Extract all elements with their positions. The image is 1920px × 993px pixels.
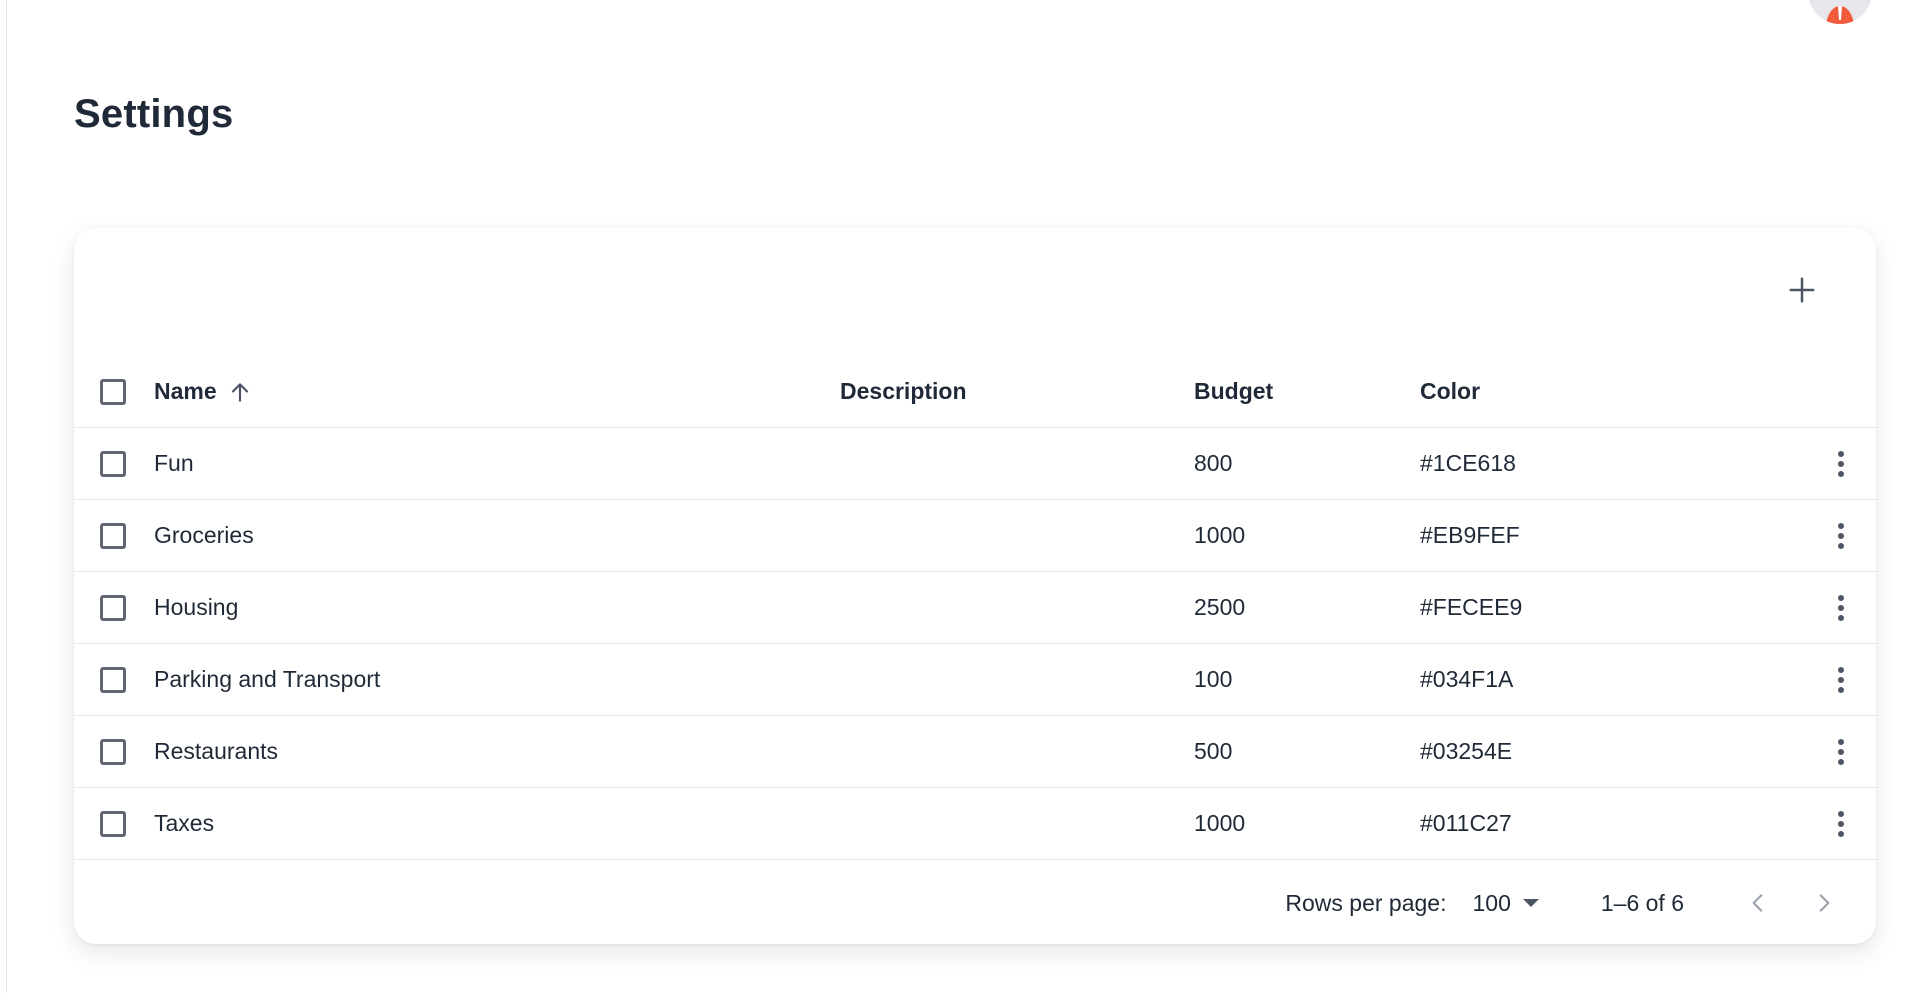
page-title: Settings bbox=[74, 92, 234, 136]
row-name: Taxes bbox=[154, 787, 840, 860]
chevron-right-icon bbox=[1819, 894, 1830, 912]
rows-per-page-label: Rows per page: bbox=[1285, 889, 1447, 916]
row-name: Housing bbox=[154, 571, 840, 644]
more-vertical-icon[interactable] bbox=[1826, 660, 1856, 700]
column-header-name[interactable]: Name bbox=[154, 356, 840, 428]
row-name: Parking and Transport bbox=[154, 643, 840, 716]
row-checkbox[interactable] bbox=[100, 594, 126, 621]
row-description bbox=[840, 715, 1194, 788]
row-budget: 1000 bbox=[1194, 787, 1420, 860]
table-header-row: Name Description Budget Color bbox=[74, 356, 1876, 428]
more-vertical-icon[interactable] bbox=[1826, 516, 1856, 556]
more-vertical-icon[interactable] bbox=[1826, 732, 1856, 772]
row-color: #FECEE9 bbox=[1420, 571, 1826, 644]
row-description bbox=[840, 787, 1194, 860]
page-range: 1–6 of 6 bbox=[1600, 889, 1684, 916]
row-budget: 800 bbox=[1194, 427, 1420, 500]
column-header-description[interactable]: Description bbox=[840, 356, 1194, 428]
row-color: #03254E bbox=[1420, 715, 1826, 788]
caret-down-icon bbox=[1522, 899, 1539, 907]
name-sort-control[interactable]: Name bbox=[154, 378, 253, 405]
app-root: Settings Name Description Budget Color F… bbox=[0, 0, 1920, 993]
previous-page-button[interactable] bbox=[1736, 881, 1780, 925]
table-row: Restaurants 500 #03254E bbox=[74, 715, 1876, 788]
more-vertical-icon[interactable] bbox=[1826, 588, 1856, 628]
table-toolbar bbox=[74, 228, 1876, 356]
row-budget: 100 bbox=[1194, 643, 1420, 716]
row-checkbox[interactable] bbox=[100, 450, 126, 477]
select-all-checkbox[interactable] bbox=[100, 378, 126, 405]
row-color: #034F1A bbox=[1420, 643, 1826, 716]
row-color: #1CE618 bbox=[1420, 427, 1826, 500]
row-budget: 500 bbox=[1194, 715, 1420, 788]
more-vertical-icon[interactable] bbox=[1826, 444, 1856, 484]
row-name: Groceries bbox=[154, 499, 840, 572]
row-description bbox=[840, 427, 1194, 500]
add-button[interactable] bbox=[1780, 268, 1824, 312]
row-name: Fun bbox=[154, 427, 840, 500]
plus-icon bbox=[1789, 277, 1815, 303]
user-avatar[interactable] bbox=[1808, 0, 1872, 24]
more-vertical-icon[interactable] bbox=[1826, 804, 1856, 844]
row-color: #EB9FEF bbox=[1420, 499, 1826, 572]
table-row: Fun 800 #1CE618 bbox=[74, 427, 1876, 500]
table-row: Housing 2500 #FECEE9 bbox=[74, 571, 1876, 644]
row-checkbox[interactable] bbox=[100, 522, 126, 549]
left-rail bbox=[0, 0, 7, 993]
categories-card: Name Description Budget Color Fun 800 #1… bbox=[74, 228, 1876, 944]
table-row: Groceries 1000 #EB9FEF bbox=[74, 499, 1876, 572]
chevron-left-icon bbox=[1752, 894, 1763, 912]
row-color: #011C27 bbox=[1420, 787, 1826, 860]
rows-per-page-select[interactable]: 100 bbox=[1472, 889, 1539, 917]
user-avatar-icon bbox=[1808, 0, 1872, 24]
table-row: Taxes 1000 #011C27 bbox=[74, 787, 1876, 860]
row-checkbox[interactable] bbox=[100, 738, 126, 765]
table-pagination: Rows per page: 100 1–6 of 6 bbox=[74, 860, 1876, 944]
column-header-actions bbox=[1826, 356, 1876, 428]
row-checkbox[interactable] bbox=[100, 666, 126, 693]
categories-table: Name Description Budget Color Fun 800 #1… bbox=[74, 356, 1876, 860]
column-header-color[interactable]: Color bbox=[1420, 356, 1826, 428]
select-all-cell bbox=[74, 356, 154, 428]
row-description bbox=[840, 643, 1194, 716]
row-budget: 2500 bbox=[1194, 571, 1420, 644]
row-description bbox=[840, 499, 1194, 572]
column-header-budget[interactable]: Budget bbox=[1194, 356, 1420, 428]
row-name: Restaurants bbox=[154, 715, 840, 788]
table-row: Parking and Transport 100 #034F1A bbox=[74, 643, 1876, 716]
arrow-up-icon bbox=[227, 379, 253, 405]
row-budget: 1000 bbox=[1194, 499, 1420, 572]
next-page-button[interactable] bbox=[1802, 881, 1846, 925]
column-label-name: Name bbox=[154, 378, 217, 404]
rows-per-page-value: 100 bbox=[1472, 889, 1511, 916]
row-checkbox[interactable] bbox=[100, 810, 126, 837]
row-description bbox=[840, 571, 1194, 644]
